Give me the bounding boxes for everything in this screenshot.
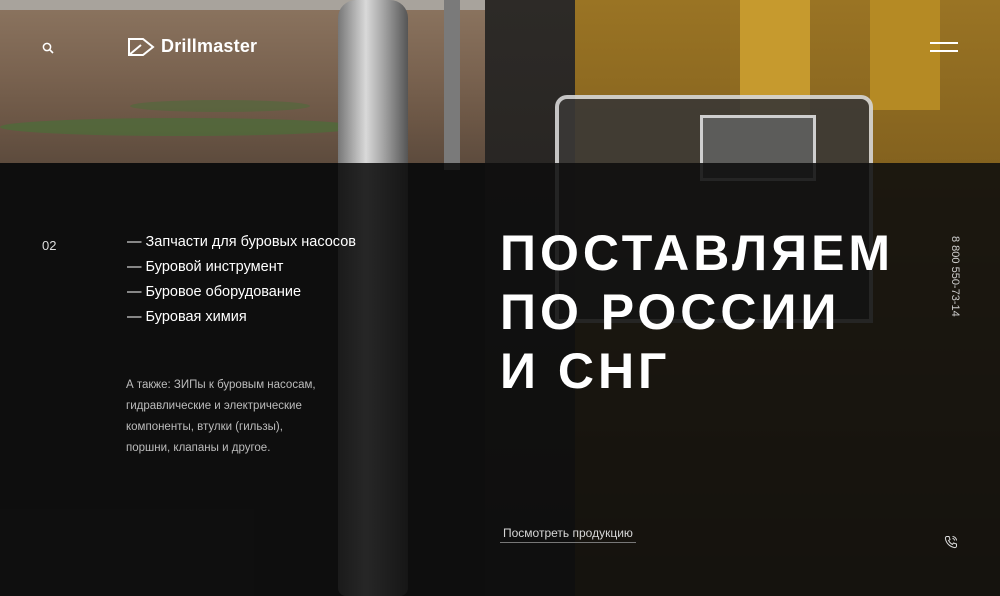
grass-patch — [0, 118, 360, 136]
search-icon[interactable] — [42, 41, 54, 54]
phone-icon[interactable] — [944, 535, 958, 549]
headline-line: и СНГ — [500, 343, 671, 399]
drill-logo-icon — [128, 37, 155, 56]
rig-chain — [444, 0, 460, 170]
also-description: А также: ЗИПы к буровым насосам, гидравл… — [126, 379, 316, 454]
category-item[interactable]: — Запчасти для буровых насосов — [127, 230, 356, 255]
headline-line: по России — [500, 284, 841, 340]
category-item[interactable]: — Буровая химия — [127, 305, 356, 330]
rig-mast — [870, 0, 940, 110]
grass-patch — [130, 100, 310, 112]
hero-headline: Поставляем по России и СНГ — [500, 224, 894, 401]
slide-number: 02 — [42, 238, 57, 253]
headline-line: Поставляем — [500, 225, 895, 281]
category-list: — Запчасти для буровых насосов — Буровой… — [127, 230, 356, 330]
category-item[interactable]: — Буровое оборудование — [127, 280, 356, 305]
category-item[interactable]: — Буровой инструмент — [127, 255, 356, 280]
brand-logo[interactable]: Drillmaster — [127, 36, 257, 57]
brand-name: Drillmaster — [161, 36, 258, 56]
phone-number-link[interactable]: 8 800 550-73-14 — [945, 236, 961, 317]
view-products-link[interactable]: Посмотреть продукцию — [500, 526, 636, 543]
hamburger-menu-icon[interactable] — [930, 42, 958, 54]
